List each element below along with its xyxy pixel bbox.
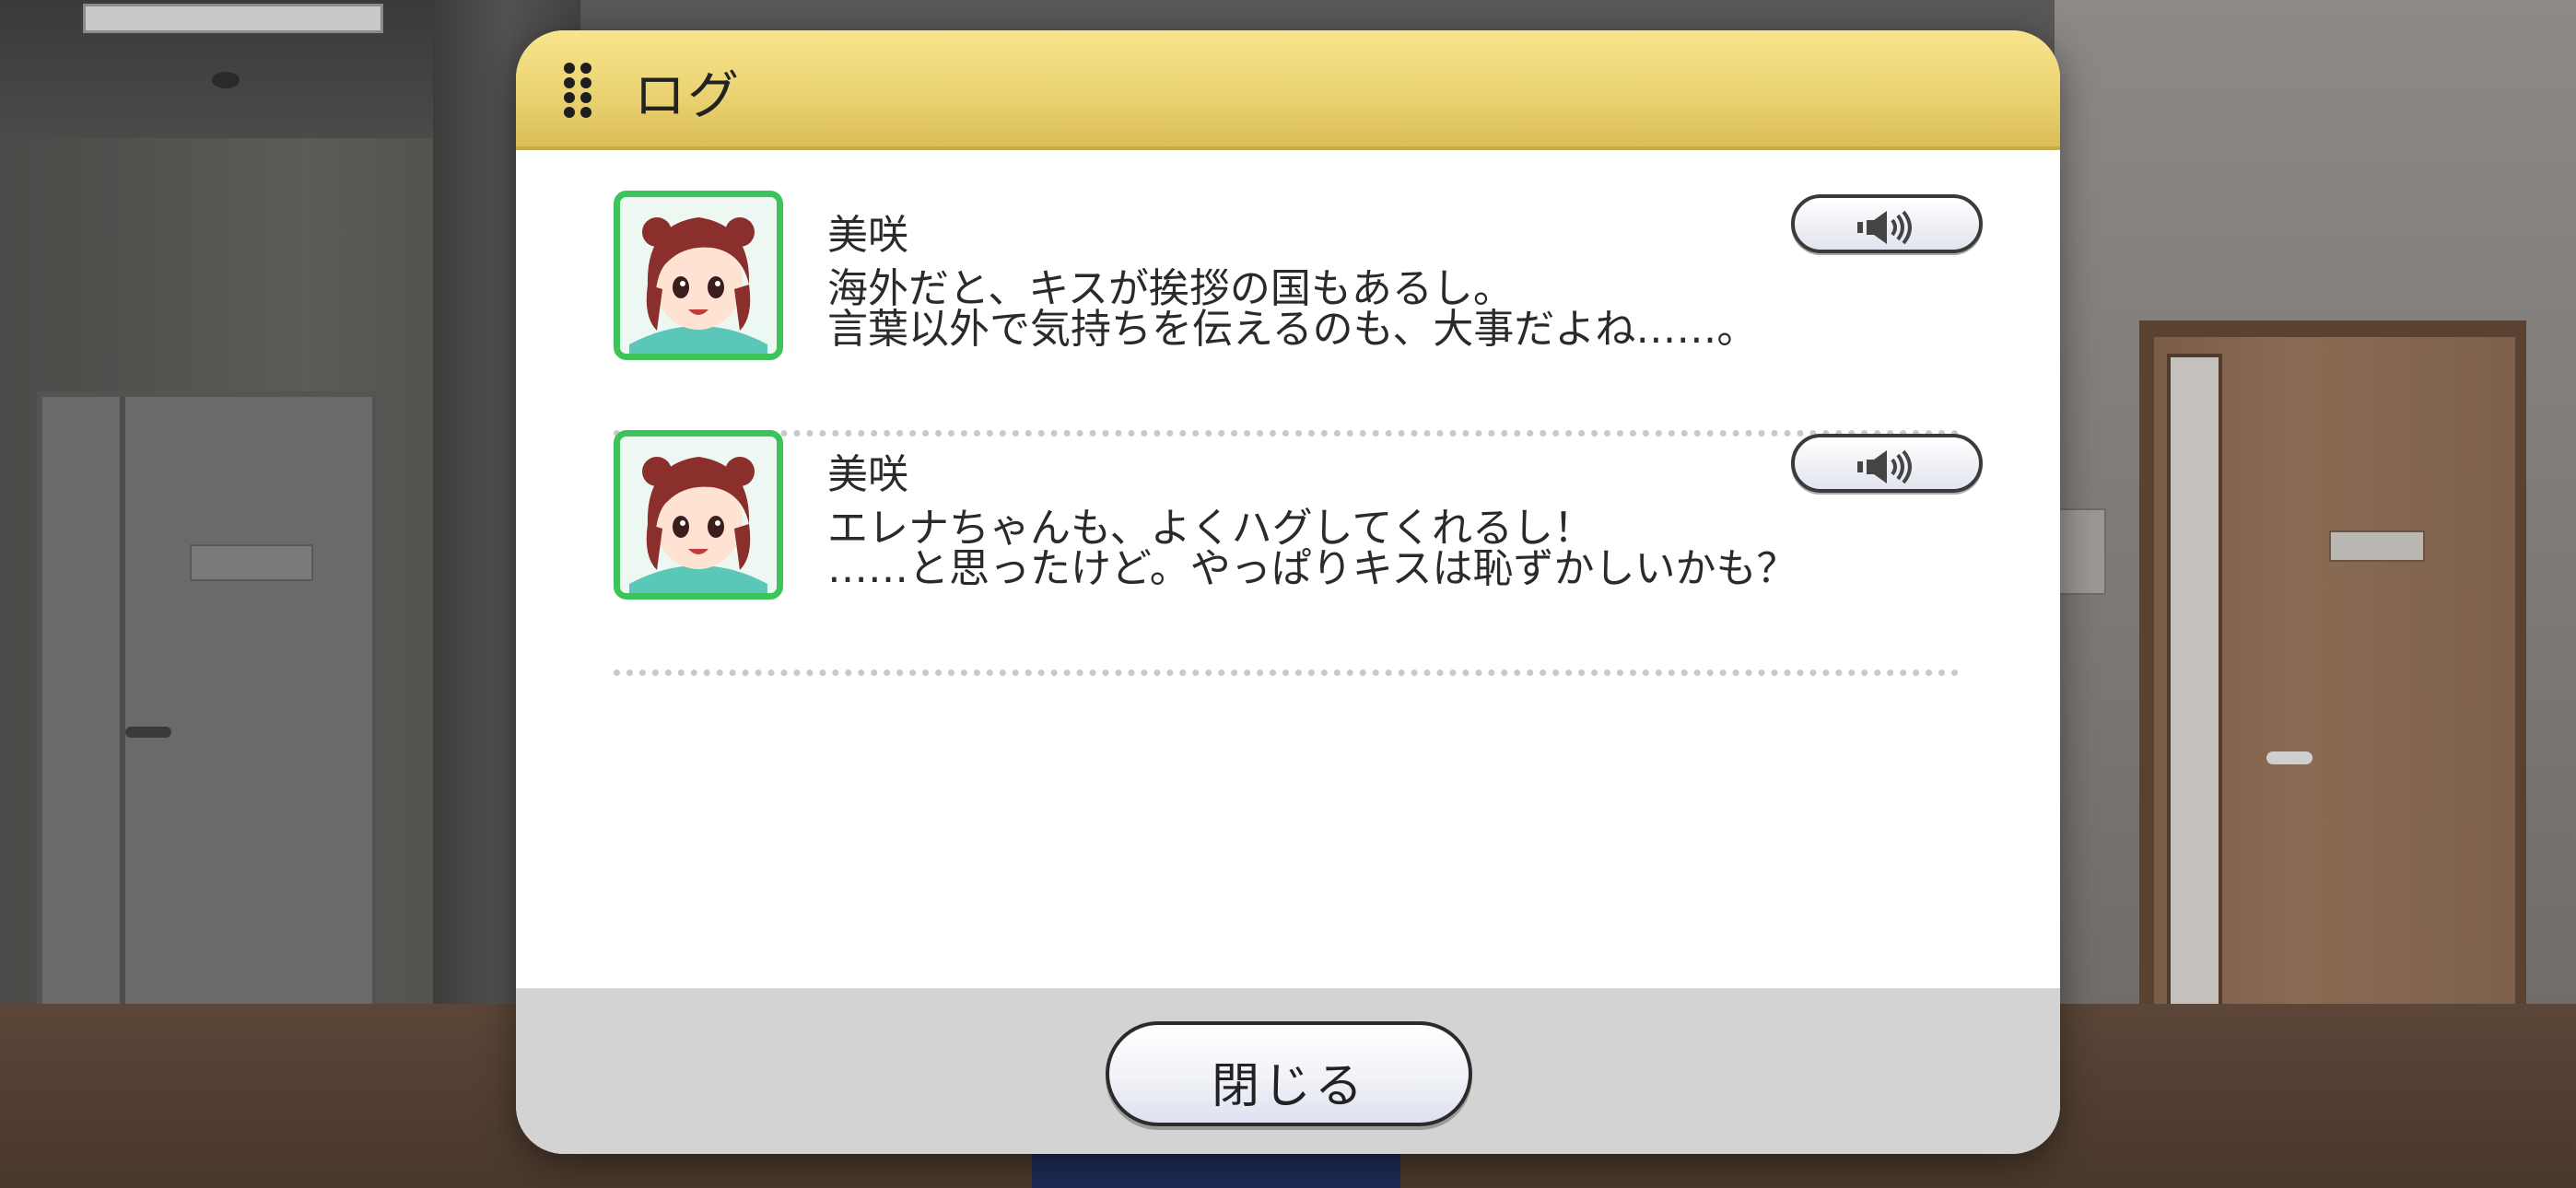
dialog-footer: 閉じる bbox=[516, 988, 2060, 1154]
log-list[interactable]: 美咲 海外だと、キスが挨拶の国もあるし。 言葉以外で気持ちを伝えるのも、大事だよ… bbox=[516, 150, 2060, 1016]
close-button-label: 閉じる bbox=[1211, 1059, 1366, 1114]
log-entry: 美咲 海外だと、キスが挨拶の国もあるし。 言葉以外で気持ちを伝えるのも、大事だよ… bbox=[614, 191, 1983, 437]
dialogue-line: 言葉以外で気持ちを伝えるのも、大事だよね……。 bbox=[827, 306, 1758, 353]
close-button[interactable]: 閉じる bbox=[1106, 1021, 1472, 1126]
wall-sign bbox=[2056, 508, 2106, 595]
left-door bbox=[37, 391, 378, 1018]
drag-handle-icon[interactable] bbox=[564, 63, 591, 122]
ceiling-light bbox=[83, 4, 383, 33]
avatar-portrait-icon bbox=[620, 197, 777, 354]
dialog-header: ログ bbox=[516, 30, 2060, 150]
voice-play-button[interactable] bbox=[1791, 194, 1983, 253]
voice-play-button[interactable] bbox=[1791, 434, 1983, 493]
log-entry: 美咲 エレナちゃんも、よくハグしてくれるし！ ……と思ったけど。やっぱりキスは恥… bbox=[614, 430, 1983, 676]
entry-divider bbox=[614, 670, 1959, 676]
character-avatar bbox=[614, 191, 783, 360]
character-avatar bbox=[614, 430, 783, 600]
right-door bbox=[2154, 337, 2515, 1120]
speaker-icon bbox=[1857, 449, 1912, 484]
dialog-title: ログ bbox=[634, 66, 741, 126]
log-dialog: ログ 美咲 海外だと、キスが挨拶の国もあるし。 言葉以外で気持ちを伝えるのも、大… bbox=[516, 30, 2060, 1154]
dialogue-line: ……と思ったけど。やっぱりキスは恥ずかしいかも？ bbox=[827, 545, 1797, 592]
dialogue-line: エレナちゃんも、よくハグしてくれるし！ bbox=[827, 505, 1595, 552]
speaker-name: 美咲 bbox=[827, 451, 908, 498]
speaker-icon bbox=[1857, 210, 1912, 245]
speaker-name: 美咲 bbox=[827, 212, 908, 259]
avatar-portrait-icon bbox=[620, 437, 777, 593]
ceiling-sensor bbox=[212, 72, 240, 88]
dialogue-line: 海外だと、キスが挨拶の国もあるし。 bbox=[827, 265, 1514, 312]
